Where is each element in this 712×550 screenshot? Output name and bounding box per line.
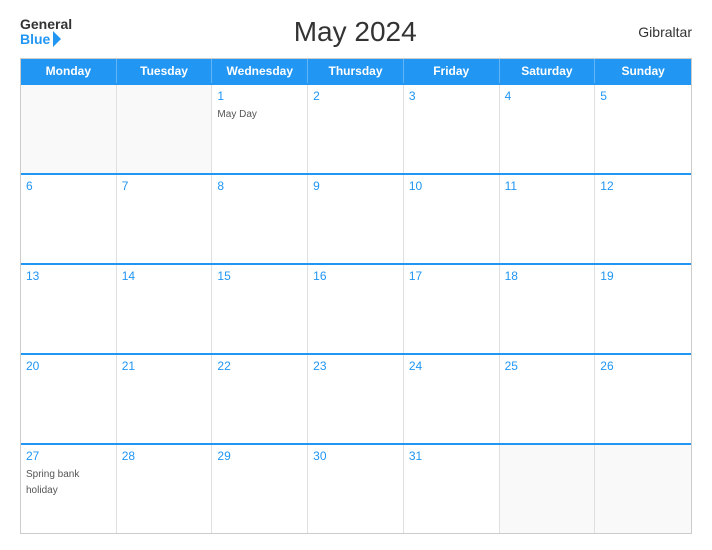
cell-w1-thu: 2 — [308, 85, 404, 173]
cell-w1-fri: 3 — [404, 85, 500, 173]
day-num: 7 — [122, 179, 207, 193]
week-4: 20 21 22 23 24 25 26 — [21, 353, 691, 443]
calendar: Monday Tuesday Wednesday Thursday Friday… — [20, 58, 692, 534]
day-num: 31 — [409, 449, 494, 463]
day-num: 27 — [26, 449, 111, 463]
day-num: 29 — [217, 449, 302, 463]
day-num: 18 — [505, 269, 590, 283]
cell-w4-tue: 21 — [117, 355, 213, 443]
day-num: 21 — [122, 359, 207, 373]
day-num: 3 — [409, 89, 494, 103]
day-num: 17 — [409, 269, 494, 283]
day-num: 13 — [26, 269, 111, 283]
week-2: 6 7 8 9 10 11 12 — [21, 173, 691, 263]
day-num: 25 — [505, 359, 590, 373]
day-num: 8 — [217, 179, 302, 193]
col-friday: Friday — [404, 59, 500, 83]
col-sunday: Sunday — [595, 59, 691, 83]
logo-general-text: General — [20, 17, 72, 31]
day-num: 2 — [313, 89, 398, 103]
day-num: 4 — [505, 89, 590, 103]
week-1: 1 May Day 2 3 4 5 — [21, 83, 691, 173]
day-num: 12 — [600, 179, 686, 193]
cell-w4-sat: 25 — [500, 355, 596, 443]
cell-w3-fri: 17 — [404, 265, 500, 353]
cell-w3-mon: 13 — [21, 265, 117, 353]
logo-blue-text: Blue — [20, 32, 50, 46]
day-num: 24 — [409, 359, 494, 373]
day-num: 30 — [313, 449, 398, 463]
cell-w2-fri: 10 — [404, 175, 500, 263]
event-may-day: May Day — [217, 109, 256, 120]
cell-w1-sat: 4 — [500, 85, 596, 173]
logo-triangle-icon — [53, 31, 61, 47]
header: General Blue May 2024 Gibraltar — [20, 16, 692, 48]
day-num: 11 — [505, 179, 590, 193]
cell-w4-mon: 20 — [21, 355, 117, 443]
day-num: 23 — [313, 359, 398, 373]
cell-w2-mon: 6 — [21, 175, 117, 263]
cell-w1-tue — [117, 85, 213, 173]
cell-w3-sat: 18 — [500, 265, 596, 353]
day-num: 19 — [600, 269, 686, 283]
cell-w5-tue: 28 — [117, 445, 213, 533]
cell-w4-thu: 23 — [308, 355, 404, 443]
cell-w5-sat — [500, 445, 596, 533]
calendar-title: May 2024 — [294, 16, 417, 48]
cell-w5-mon: 27 Spring bank holiday — [21, 445, 117, 533]
cell-w2-sat: 11 — [500, 175, 596, 263]
region-label: Gibraltar — [638, 24, 692, 40]
day-num: 14 — [122, 269, 207, 283]
cell-w3-thu: 16 — [308, 265, 404, 353]
cell-w2-wed: 8 — [212, 175, 308, 263]
cell-w3-wed: 15 — [212, 265, 308, 353]
cell-w3-tue: 14 — [117, 265, 213, 353]
day-num: 9 — [313, 179, 398, 193]
cell-w5-fri: 31 — [404, 445, 500, 533]
day-num: 26 — [600, 359, 686, 373]
col-thursday: Thursday — [308, 59, 404, 83]
day-num: 20 — [26, 359, 111, 373]
cell-w2-thu: 9 — [308, 175, 404, 263]
cell-w2-tue: 7 — [117, 175, 213, 263]
logo-blue-container: Blue — [20, 31, 72, 47]
cell-w1-sun: 5 — [595, 85, 691, 173]
week-3: 13 14 15 16 17 18 19 — [21, 263, 691, 353]
cell-w2-sun: 12 — [595, 175, 691, 263]
col-saturday: Saturday — [500, 59, 596, 83]
col-monday: Monday — [21, 59, 117, 83]
day-num: 22 — [217, 359, 302, 373]
cell-w4-wed: 22 — [212, 355, 308, 443]
day-num: 5 — [600, 89, 686, 103]
cell-w5-sun — [595, 445, 691, 533]
cell-w5-thu: 30 — [308, 445, 404, 533]
day-num: 15 — [217, 269, 302, 283]
day-num: 1 — [217, 89, 302, 103]
cell-w5-wed: 29 — [212, 445, 308, 533]
logo: General Blue — [20, 17, 72, 47]
day-num: 6 — [26, 179, 111, 193]
col-wednesday: Wednesday — [212, 59, 308, 83]
calendar-body: 1 May Day 2 3 4 5 6 — [21, 83, 691, 533]
cell-w4-sun: 26 — [595, 355, 691, 443]
day-num: 10 — [409, 179, 494, 193]
calendar-header-row: Monday Tuesday Wednesday Thursday Friday… — [21, 59, 691, 83]
cell-w4-fri: 24 — [404, 355, 500, 443]
cell-w3-sun: 19 — [595, 265, 691, 353]
week-5: 27 Spring bank holiday 28 29 30 31 — [21, 443, 691, 533]
col-tuesday: Tuesday — [117, 59, 213, 83]
cell-w1-mon — [21, 85, 117, 173]
page: General Blue May 2024 Gibraltar Monday T… — [0, 0, 712, 550]
day-num: 16 — [313, 269, 398, 283]
day-num: 28 — [122, 449, 207, 463]
event-spring-bank-holiday: Spring bank holiday — [26, 469, 79, 496]
cell-w1-wed: 1 May Day — [212, 85, 308, 173]
